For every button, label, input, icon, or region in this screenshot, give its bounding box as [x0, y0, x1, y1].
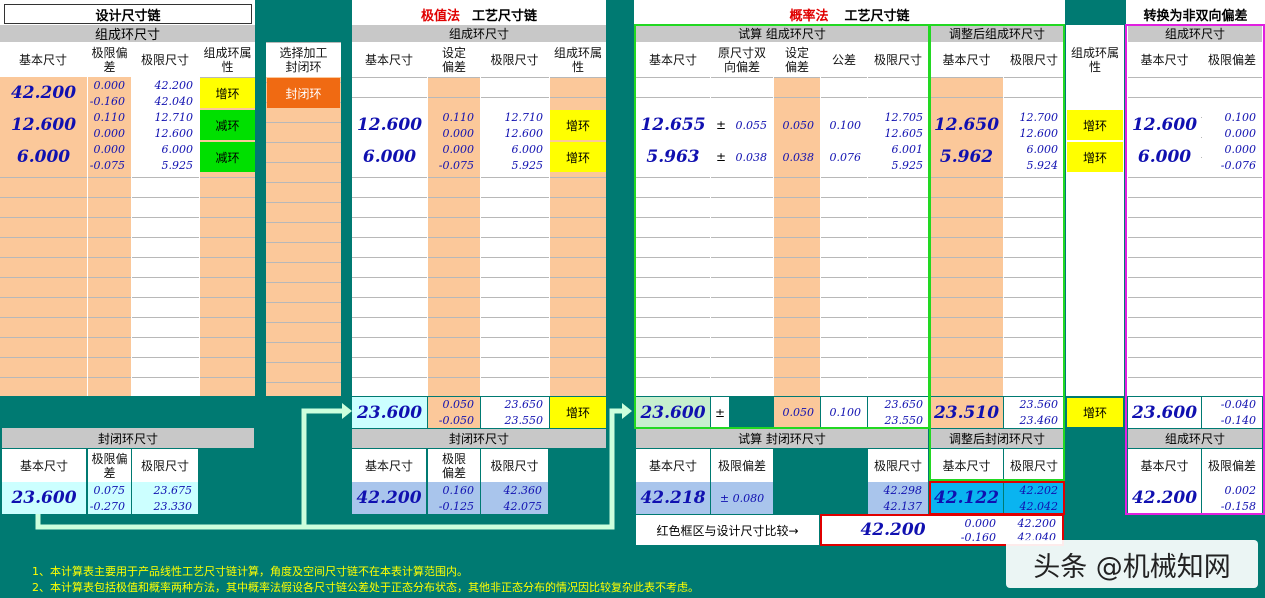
watermark: 头条 @机械知网: [1006, 540, 1258, 588]
arrow-design-to-prob: [304, 408, 626, 530]
arrowhead-prob: [622, 403, 632, 419]
arrow-design-to-extreme: [35, 408, 342, 530]
flow-arrows: [35, 403, 632, 530]
arrowhead-extreme: [342, 403, 352, 419]
note-2: 2、本计算表包括极值和概率两种方法，其中概率法假设各尺寸链公差处于正态分布状态，…: [32, 581, 699, 594]
note-1: 1、本计算表主要用于产品线性工艺尺寸链计算，角度及空间尺寸链不在本表计算范围内。: [32, 565, 468, 578]
